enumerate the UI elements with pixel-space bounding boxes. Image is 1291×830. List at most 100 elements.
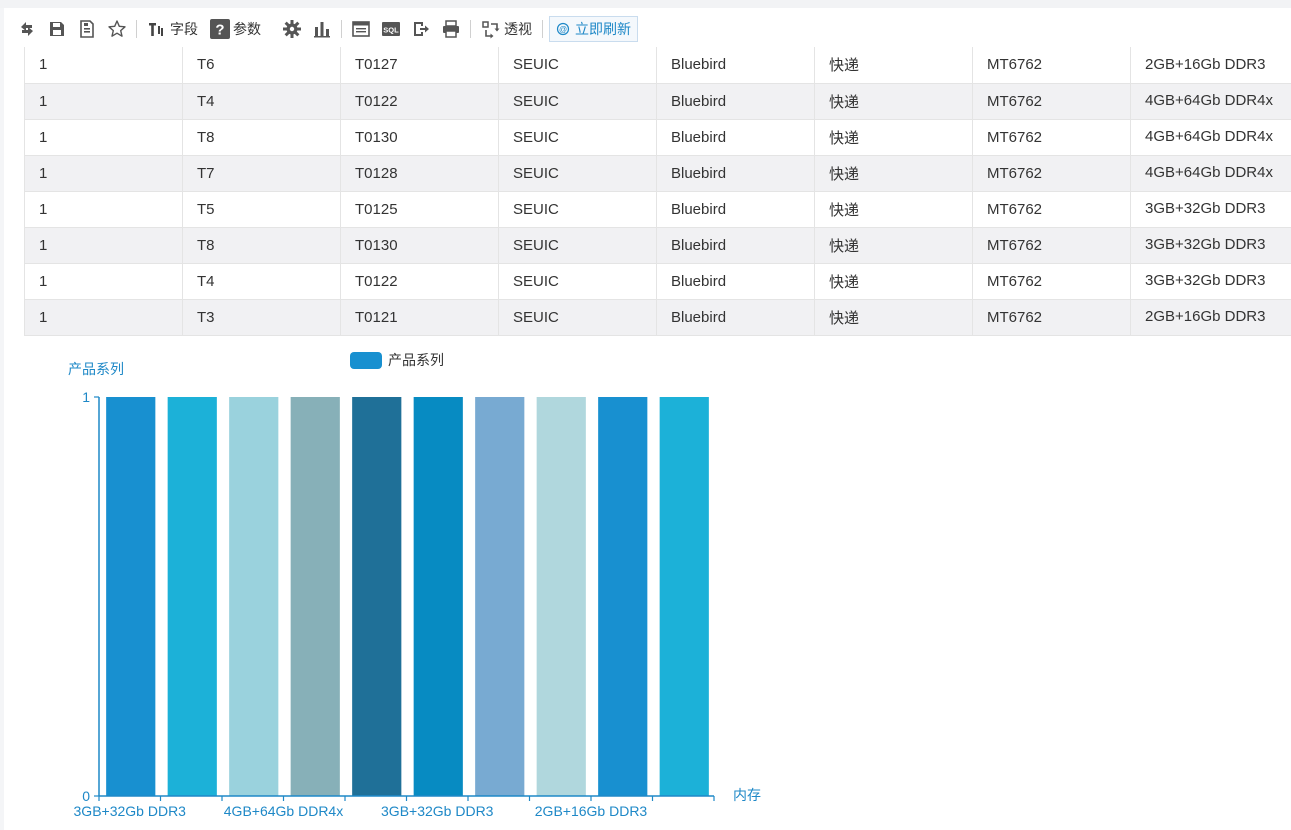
bar [106, 397, 156, 796]
table-cell: T8 [182, 119, 341, 156]
table-cell: 1 [24, 155, 183, 192]
field-button[interactable]: 字段 [141, 14, 204, 44]
table-cell: 快递 [814, 191, 973, 228]
table-cell: 1 [24, 299, 183, 336]
x-tick-label: 4GB+64Gb DDR4x [224, 803, 343, 819]
save-as-icon[interactable] [72, 14, 102, 44]
toolbar-separator [542, 20, 543, 38]
sql-icon[interactable]: SQL [376, 14, 406, 44]
table-cell: MT6762 [972, 227, 1131, 264]
refresh-now-label: 立即刷新 [575, 21, 631, 37]
table-cell: 快递 [814, 227, 973, 264]
table-cell: 快递 [814, 299, 973, 336]
table-cell: Bluebird [656, 47, 815, 84]
toolbar-separator [136, 20, 137, 38]
print-icon[interactable] [436, 14, 466, 44]
table-row[interactable]: 1 T4 T0122 SEUIC Bluebird 快递 MT6762 3GB+32Gb DD… [24, 263, 1291, 300]
table-cell: T4 [182, 263, 341, 300]
bar [413, 397, 463, 796]
table-cell: 快递 [814, 119, 973, 156]
x-tick-label: 3GB+32Gb DDR3 [74, 803, 187, 819]
toolbar: 字段 ? 参数 SQL 透视 @ 立即刷新 [12, 14, 638, 44]
table-cell: T0121 [340, 299, 499, 336]
x-axis-title: 内存 [733, 787, 761, 803]
table-cell: MT6762 [972, 119, 1131, 156]
table-cell: T6 [182, 47, 341, 84]
param-button[interactable]: ? 参数 [204, 14, 267, 44]
table-cell: 2GB+16Gb DDR3 [1130, 299, 1291, 336]
table-cell: T8 [182, 227, 341, 264]
pivot-label: 透视 [504, 21, 532, 37]
table-cell: T0130 [340, 119, 499, 156]
table-cell: MT6762 [972, 83, 1131, 120]
table-cell: MT6762 [972, 155, 1131, 192]
field-label: 字段 [170, 21, 198, 37]
bar [352, 397, 402, 796]
svg-text:SQL: SQL [383, 26, 399, 35]
table-cell: T4 [182, 83, 341, 120]
table-row[interactable]: 1 T4 T0122 SEUIC Bluebird 快递 MT6762 4GB+64Gb DD… [24, 83, 1291, 120]
table-cell: SEUIC [498, 83, 657, 120]
svg-text:@: @ [559, 25, 567, 34]
table-cell: SEUIC [498, 47, 657, 84]
table-row[interactable]: 1 T3 T0121 SEUIC Bluebird 快递 MT6762 2GB+16Gb DD… [24, 299, 1291, 336]
table-cell: MT6762 [972, 47, 1131, 84]
legend-label: 产品系列 [388, 352, 444, 368]
table-cell: Bluebird [656, 299, 815, 336]
table-cell: MT6762 [972, 191, 1131, 228]
table-cell: Bluebird [656, 83, 815, 120]
table-cell: MT6762 [972, 263, 1131, 300]
pivot-icon [482, 21, 500, 39]
toolbar-separator [341, 20, 342, 38]
table-cell: 4GB+64Gb DDR4x [1130, 83, 1291, 120]
table-cell: SEUIC [498, 263, 657, 300]
help-param-icon: ? [210, 19, 230, 39]
bar-chart: 产品系列产品系列内存013GB+32Gb DDR3 4GB+64Gb DDR4x 3… [68, 352, 761, 819]
y-tick-label: 1 [82, 389, 90, 405]
table-row[interactable]: 1 T6 T0127 SEUIC Bluebird 快递 MT6762 2GB+16Gb DD… [24, 47, 1291, 84]
table-row[interactable]: 1 T7 T0128 SEUIC Bluebird 快递 MT6762 4GB+64Gb DD… [24, 155, 1291, 192]
table-icon[interactable] [346, 14, 376, 44]
table-cell: 4GB+64Gb DDR4x [1130, 119, 1291, 156]
table-row[interactable]: 1 T5 T0125 SEUIC Bluebird 快递 MT6762 3GB+32Gb DD… [24, 191, 1291, 228]
bar [536, 397, 586, 796]
table-cell: 1 [24, 83, 183, 120]
table-cell: 1 [24, 47, 183, 84]
table-cell: SEUIC [498, 191, 657, 228]
bar [290, 397, 340, 796]
legend-swatch [350, 352, 382, 369]
table-cell: SEUIC [498, 299, 657, 336]
pivot-button[interactable]: 透视 [475, 14, 538, 44]
y-axis-title: 产品系列 [68, 361, 124, 377]
table-cell: Bluebird [656, 263, 815, 300]
table-cell: T0125 [340, 191, 499, 228]
bar [229, 397, 279, 796]
export-icon[interactable] [406, 14, 436, 44]
bar-chart-icon[interactable] [307, 14, 337, 44]
table-cell: 快递 [814, 263, 973, 300]
settings-icon[interactable] [277, 14, 307, 44]
table-row[interactable]: 1 T8 T0130 SEUIC Bluebird 快递 MT6762 3GB+32Gb DD… [24, 227, 1291, 264]
table-cell: 4GB+64Gb DDR4x [1130, 155, 1291, 192]
table-cell: SEUIC [498, 227, 657, 264]
table-row[interactable]: 1 T8 T0130 SEUIC Bluebird 快递 MT6762 4GB+64Gb DD… [24, 119, 1291, 156]
top-strip [0, 0, 1291, 8]
refresh-icon[interactable] [12, 14, 42, 44]
table-cell: T0130 [340, 227, 499, 264]
table-cell: 快递 [814, 47, 973, 84]
table-cell: T0122 [340, 83, 499, 120]
table-cell: 3GB+32Gb DDR3 [1130, 227, 1291, 264]
save-icon[interactable] [42, 14, 72, 44]
favorite-icon[interactable] [102, 14, 132, 44]
table-cell: 3GB+32Gb DDR3 [1130, 263, 1291, 300]
table-cell: T0122 [340, 263, 499, 300]
x-tick-label: 2GB+16Gb DDR3 [535, 803, 648, 819]
table-cell: 快递 [814, 155, 973, 192]
table-cell: 1 [24, 191, 183, 228]
table-cell: 2GB+16Gb DDR3 [1130, 47, 1291, 84]
bar [167, 397, 217, 796]
refresh-now-button[interactable]: @ 立即刷新 [549, 16, 638, 42]
x-tick-label: 3GB+32Gb DDR3 [381, 803, 494, 819]
table-cell: T0128 [340, 155, 499, 192]
table-cell: T5 [182, 191, 341, 228]
